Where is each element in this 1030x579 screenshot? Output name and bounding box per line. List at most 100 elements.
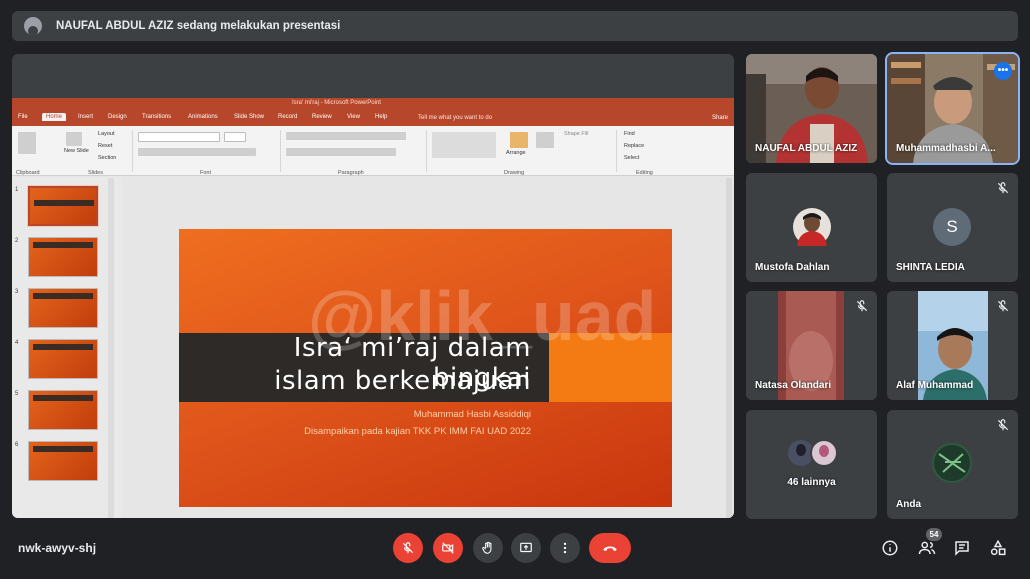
layout-label: Layout — [98, 131, 115, 137]
shared-screen: Isra' mi'raj - Microsoft PowerPoint File… — [12, 98, 734, 518]
slide-scrollbar — [726, 178, 732, 518]
ppt-tab-file: File — [18, 114, 28, 120]
slide-thumbnail — [27, 185, 99, 227]
leave-call-button[interactable] — [589, 533, 631, 563]
thumb-number: 2 — [15, 238, 19, 244]
raise-hand-button[interactable] — [473, 533, 503, 563]
mic-toggle-button[interactable] — [393, 533, 423, 563]
slide-thumbnail — [28, 237, 98, 277]
mic-off-icon — [997, 182, 1009, 194]
participant-count-badge: 54 — [926, 528, 942, 541]
new-slide-icon — [66, 132, 82, 146]
presentation-stage[interactable]: Isra' mi'raj - Microsoft PowerPoint File… — [12, 54, 734, 518]
section-label: Section — [98, 155, 117, 161]
slide-subtitle-line2: Disampaikan pada kajian TKK PK IMM FAI U… — [304, 426, 531, 437]
group-editing: Editing — [636, 170, 653, 176]
ppt-tab-home: Home — [42, 113, 67, 121]
arrange-icon — [510, 132, 528, 148]
participant-tile[interactable]: NAUFAL ABDUL AZIZ — [746, 54, 877, 163]
self-tile[interactable]: Anda — [887, 410, 1018, 519]
slide-thumbnail — [28, 390, 98, 430]
participant-initial-avatar: S — [933, 208, 971, 246]
hand-icon — [482, 541, 492, 554]
others-tile[interactable]: 46 lainnya — [746, 410, 877, 519]
more-options-button[interactable] — [550, 533, 580, 563]
slide-thumbnail — [28, 339, 98, 379]
reset-label: Reset — [98, 143, 113, 149]
select-label: Select — [624, 155, 640, 161]
paragraph-icons — [286, 132, 406, 140]
group-drawing: Drawing — [504, 170, 525, 176]
thumbnail-scrollbar — [108, 178, 114, 518]
participant-name: Mustofa Dahlan — [755, 262, 830, 273]
ppt-ribbon-tabs: File Home Insert Design Transitions Anim… — [12, 112, 734, 126]
ppt-tab-transitions: Transitions — [142, 114, 172, 120]
ribbon-separator — [132, 130, 133, 172]
ribbon-separator — [426, 130, 427, 172]
participant-tile[interactable]: Natasa Olandari — [746, 291, 877, 400]
participant-name: Natasa Olandari — [755, 380, 832, 391]
thumb-number: 5 — [15, 391, 19, 397]
group-paragraph: Paragraph — [338, 170, 364, 176]
slide-title-line2: islam berkemajuan — [274, 366, 531, 396]
group-font: Font — [200, 170, 212, 176]
shape-fill-label: Shape Fill — [564, 131, 589, 137]
meeting-code: nwk-awyv-shj — [18, 541, 97, 555]
group-clipboard: Clipboard — [16, 170, 40, 176]
mic-off-icon — [402, 542, 414, 554]
participant-name: NAUFAL ABDUL AZIZ — [755, 143, 858, 154]
chat-button[interactable] — [952, 538, 972, 558]
mic-off-icon — [997, 300, 1009, 312]
hang-up-icon — [603, 546, 617, 551]
ppt-tab-animations: Animations — [188, 114, 218, 120]
activities-button[interactable] — [988, 538, 1008, 558]
ribbon-separator — [616, 130, 617, 172]
participant-tile[interactable]: Mustofa Dahlan — [746, 173, 877, 282]
slide-thumbnails: 1 2 3 4 5 6 — [12, 177, 122, 518]
slide-subtitle-line1: Muhammad Hasbi Assiddiqi — [413, 409, 531, 420]
thumb-number: 4 — [15, 340, 19, 346]
others-avatars — [788, 439, 838, 467]
alignment-icons — [286, 148, 396, 156]
paste-icon — [18, 132, 36, 154]
meeting-details-button[interactable] — [880, 538, 900, 558]
ppt-tab-review: Review — [312, 114, 332, 120]
others-count-label: 46 lainnya — [787, 477, 836, 488]
ppt-tab-view: View — [347, 114, 360, 120]
new-slide-label: New Slide — [64, 148, 89, 154]
find-label: Find — [624, 131, 635, 137]
participant-name: SHINTA LEDIA — [896, 262, 965, 273]
ppt-share: Share — [711, 115, 728, 121]
participant-tile[interactable]: Alaf Muhammad — [887, 291, 1018, 400]
participant-name: Muhammadhasbi A... — [896, 143, 996, 154]
participant-name: Alaf Muhammad — [896, 380, 974, 391]
mic-off-icon — [997, 419, 1009, 431]
chat-icon — [955, 541, 969, 556]
ppt-ribbon: New Slide Layout Reset Section Arrange S… — [12, 126, 734, 176]
camera-off-icon — [442, 542, 454, 554]
camera-toggle-button[interactable] — [433, 533, 463, 563]
thumb-number: 6 — [15, 442, 19, 448]
ribbon-separator — [280, 130, 281, 172]
participant-name: Anda — [896, 499, 921, 510]
participant-tile[interactable]: S SHINTA LEDIA — [887, 173, 1018, 282]
presenting-banner: NAUFAL ABDUL AZIZ sedang melakukan prese… — [12, 11, 1018, 41]
activities-icon — [990, 539, 1006, 556]
present-screen-icon — [520, 542, 532, 553]
people-button[interactable] — [917, 538, 937, 558]
ppt-tab-record: Record — [278, 114, 298, 120]
quick-styles-icon — [536, 132, 554, 148]
participant-tile-active[interactable]: ••• Muhammadhasbi A... — [885, 52, 1020, 165]
bottom-bar: nwk-awyv-shj 54 — [0, 528, 1030, 579]
font-format-icons — [138, 148, 256, 156]
presenting-text: NAUFAL ABDUL AZIZ sedang melakukan prese… — [56, 20, 341, 32]
present-button[interactable] — [511, 533, 541, 563]
ppt-titlebar: Isra' mi'raj - Microsoft PowerPoint — [12, 98, 734, 112]
more-vert-icon — [563, 542, 567, 554]
ppt-tab-slideshow: Slide Show — [234, 114, 265, 120]
more-options-icon[interactable]: ••• — [994, 62, 1012, 80]
font-name-box — [138, 132, 220, 142]
font-size-box — [224, 132, 246, 142]
arrange-label: Arrange — [506, 150, 526, 156]
group-slides: Slides — [88, 170, 103, 176]
